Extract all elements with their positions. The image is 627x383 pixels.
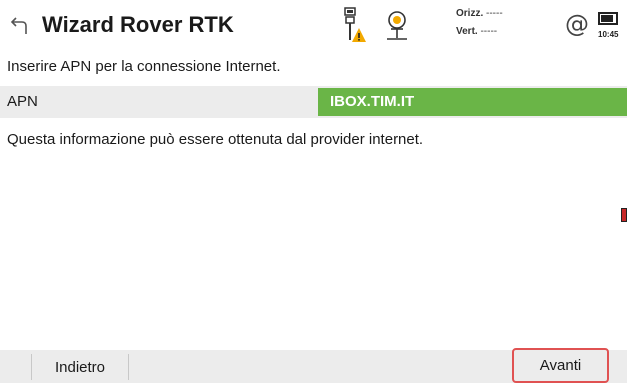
battery-icon[interactable] — [598, 12, 618, 25]
apn-label: APN — [7, 93, 38, 110]
status-marker — [621, 208, 627, 222]
rover-warning-icon[interactable] — [338, 6, 366, 44]
vertical-accuracy-label: Vert. — [456, 26, 478, 37]
footer-divider — [128, 354, 129, 380]
info-text: Questa informazione può essere ottenuta … — [7, 131, 424, 148]
vertical-accuracy: Vert. ----- — [456, 26, 497, 37]
page-title: Wizard Rover RTK — [42, 12, 234, 37]
horizontal-accuracy-label: Orizz. — [456, 8, 484, 19]
at-icon[interactable]: @ — [565, 10, 589, 38]
back-arrow-icon[interactable] — [10, 14, 32, 36]
satellite-receiver-icon[interactable] — [383, 8, 411, 42]
vertical-accuracy-value: ----- — [480, 26, 498, 37]
back-button[interactable]: Indietro — [32, 351, 128, 383]
instruction-text: Inserire APN per la connessione Internet… — [7, 58, 281, 75]
horizontal-accuracy: Orizz. ----- — [456, 8, 503, 19]
next-button[interactable]: Avanti — [512, 348, 609, 383]
apn-input[interactable] — [318, 88, 627, 116]
clock: 10:45 — [598, 30, 619, 39]
battery-level — [601, 15, 613, 22]
horizontal-accuracy-value: ----- — [486, 8, 503, 19]
